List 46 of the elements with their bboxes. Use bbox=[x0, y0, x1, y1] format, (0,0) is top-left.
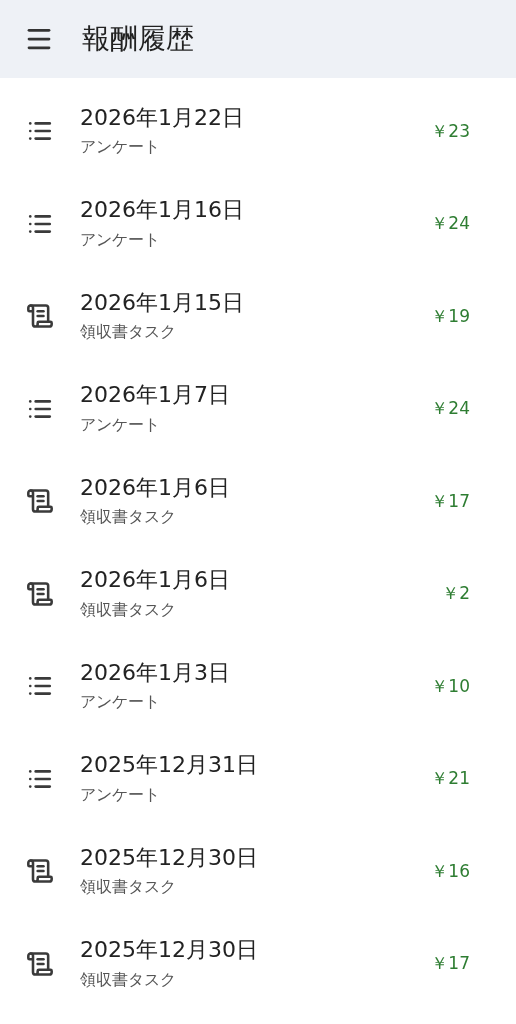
reward-type: アンケート bbox=[80, 413, 161, 436]
receipt-icon bbox=[26, 857, 54, 886]
reward-row[interactable]: 2026年1月16日 アンケート ￥24 bbox=[0, 177, 516, 270]
reward-row[interactable]: 2026年1月7日 アンケート ￥24 bbox=[0, 362, 516, 455]
reward-date: 2026年1月7日 bbox=[80, 381, 231, 409]
reward-row[interactable]: 2025年12月31日 アンケート ￥21 bbox=[0, 732, 516, 825]
reward-amount: ￥16 bbox=[431, 859, 470, 883]
reward-row[interactable]: 2026年1月6日 領収書タスク ￥2 bbox=[0, 547, 516, 640]
reward-type: 領収書タスク bbox=[80, 968, 177, 991]
reward-type: アンケート bbox=[80, 783, 161, 806]
reward-amount: ￥10 bbox=[431, 674, 470, 698]
reward-amount: ￥21 bbox=[431, 767, 470, 790]
reward-row[interactable]: 2025年12月30日 領収書タスク ￥16 bbox=[0, 825, 516, 918]
reward-date: 2026年1月22日 bbox=[80, 103, 245, 131]
reward-row[interactable]: 2026年1月6日 領収書タスク ￥17 bbox=[0, 455, 516, 548]
page-title: 報酬履歴 bbox=[82, 21, 194, 57]
reward-date: 2026年1月3日 bbox=[80, 658, 231, 686]
reward-amount: ￥23 bbox=[431, 119, 470, 143]
receipt-icon bbox=[26, 949, 54, 978]
reward-date: 2026年1月6日 bbox=[80, 566, 231, 594]
reward-row[interactable]: 2025年12月30日 領収書タスク ￥17 bbox=[0, 917, 516, 1010]
reward-type: アンケート bbox=[80, 228, 161, 251]
reward-date: 2026年1月6日 bbox=[80, 473, 231, 501]
reward-type: 領収書タスク bbox=[80, 598, 177, 621]
receipt-icon bbox=[26, 487, 54, 516]
reward-row[interactable]: 2026年1月15日 領収書タスク ￥19 bbox=[0, 270, 516, 363]
reward-amount: ￥17 bbox=[431, 952, 470, 975]
reward-type: 領収書タスク bbox=[80, 321, 177, 343]
reward-type: アンケート bbox=[80, 691, 161, 713]
reward-type: 領収書タスク bbox=[80, 506, 177, 528]
reward-date: 2025年12月31日 bbox=[80, 751, 259, 779]
receipt-icon bbox=[26, 579, 54, 608]
reward-type: 領収書タスク bbox=[80, 876, 177, 898]
reward-row[interactable]: 2026年1月3日 アンケート ￥10 bbox=[0, 640, 516, 733]
receipt-icon bbox=[26, 302, 54, 331]
reward-date: 2025年12月30日 bbox=[80, 936, 259, 964]
reward-amount: ￥19 bbox=[431, 304, 470, 328]
reward-date: 2026年1月15日 bbox=[80, 288, 245, 316]
reward-amount: ￥17 bbox=[431, 489, 470, 513]
reward-date: 2025年12月30日 bbox=[80, 843, 259, 871]
reward-row[interactable]: 2026年1月22日 アンケート ￥23 bbox=[0, 85, 516, 178]
reward-amount: ￥2 bbox=[442, 582, 470, 605]
reward-amount: ￥24 bbox=[431, 397, 470, 420]
reward-amount: ￥24 bbox=[431, 212, 470, 235]
reward-type: アンケート bbox=[80, 136, 161, 158]
reward-date: 2026年1月16日 bbox=[80, 196, 245, 224]
